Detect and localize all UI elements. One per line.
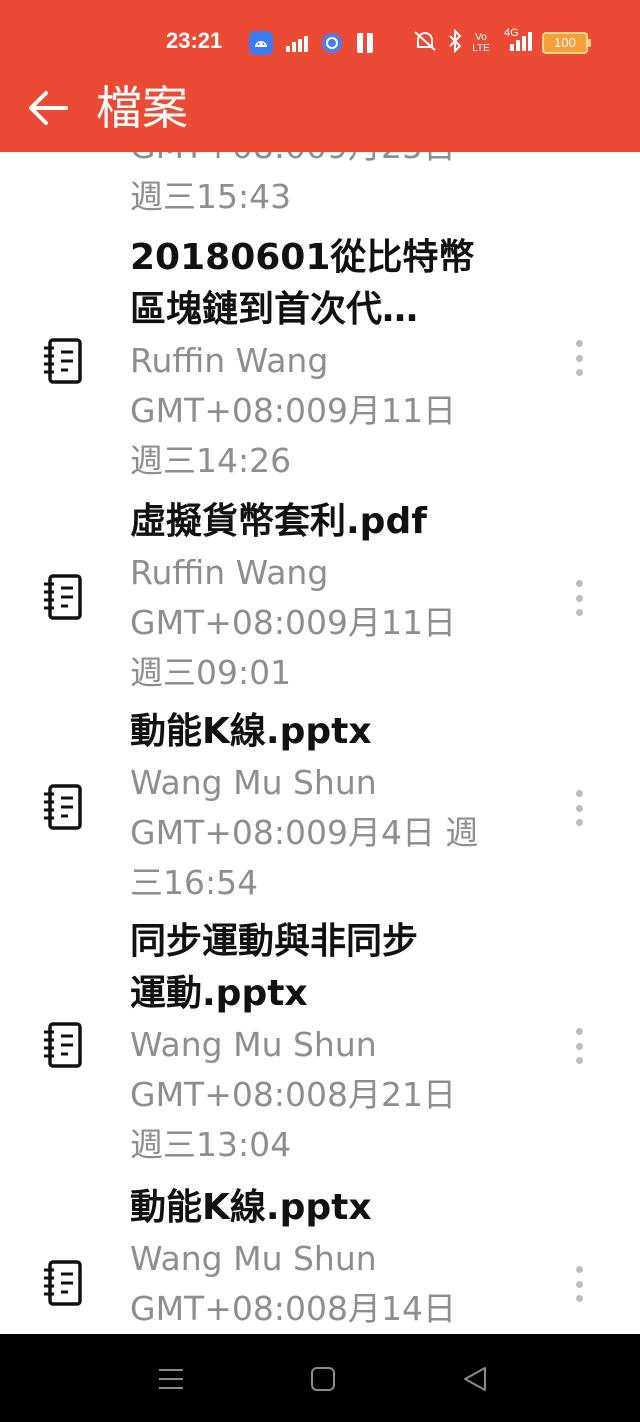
file-list: GMT+08:009月25日 週三15:43 20180601從比特幣 區塊鏈到… bbox=[0, 152, 640, 1334]
chart-app-icon bbox=[284, 32, 310, 54]
volte-icon: Vo LTE bbox=[472, 32, 490, 54]
file-date: GMT+08:008月21日 bbox=[130, 1075, 456, 1114]
arrow-left-icon bbox=[29, 91, 68, 125]
file-name: 運動.pptx bbox=[130, 973, 308, 1014]
back-nav-button[interactable] bbox=[460, 1364, 490, 1394]
file-date: GMT+08:009月11日 bbox=[130, 391, 456, 430]
file-date: GMT+08:009月25日 bbox=[130, 152, 510, 172]
book-app-icon bbox=[354, 31, 376, 55]
recent-apps-button[interactable] bbox=[156, 1364, 186, 1394]
file-name: 區塊鏈到首次代… bbox=[130, 289, 419, 330]
browser-app-icon bbox=[320, 31, 344, 55]
file-date: 三16:54 bbox=[130, 863, 259, 902]
system-navigation-bar bbox=[0, 1334, 640, 1422]
file-owner: Ruffin Wang bbox=[130, 553, 329, 592]
home-button[interactable] bbox=[308, 1364, 338, 1394]
mute-icon bbox=[412, 29, 438, 57]
file-date: GMT+08:009月11日 bbox=[130, 603, 456, 642]
more-options-button[interactable] bbox=[566, 576, 592, 620]
more-options-button[interactable] bbox=[566, 336, 592, 380]
document-icon bbox=[44, 338, 82, 384]
file-owner: Ruffin Wang bbox=[130, 341, 329, 380]
android-app-icon bbox=[248, 30, 274, 56]
more-options-button[interactable] bbox=[566, 786, 592, 830]
document-icon bbox=[44, 574, 82, 620]
bluetooth-icon bbox=[448, 28, 462, 57]
more-options-button[interactable] bbox=[566, 1024, 592, 1068]
file-name: 動能K線.pptx bbox=[130, 711, 372, 752]
file-name: 動能K線.pptx bbox=[130, 1187, 372, 1228]
signal-4g-icon: 4G bbox=[500, 27, 532, 57]
page-title: 檔案 bbox=[96, 81, 188, 135]
back-button[interactable] bbox=[24, 84, 72, 132]
file-owner: Wang Mu Shun bbox=[130, 1025, 377, 1064]
file-owner: Wang Mu Shun bbox=[130, 763, 377, 802]
file-name: 虛擬貨幣套利.pdf bbox=[130, 501, 427, 542]
app-header: 23:21 Vo LTE 4G 100 檔案 bbox=[0, 0, 640, 152]
file-owner: Wang Mu Shun bbox=[130, 1239, 377, 1278]
file-date: 週三09:01 bbox=[130, 653, 292, 692]
file-date: 週三14:26 bbox=[130, 441, 292, 480]
file-date: GMT+08:009月4日 週 bbox=[130, 813, 479, 852]
battery-indicator: 100 bbox=[542, 32, 591, 54]
square-icon bbox=[311, 1367, 335, 1391]
system-status-icons: Vo LTE 4G 100 bbox=[412, 27, 591, 58]
file-name: 同步運動與非同步 bbox=[130, 921, 419, 962]
menu-icon bbox=[159, 1369, 183, 1389]
network-type-label: 4G bbox=[504, 27, 519, 39]
more-options-button[interactable] bbox=[566, 1262, 592, 1306]
file-date: 週三13:04 bbox=[130, 1125, 292, 1164]
document-icon bbox=[44, 1022, 82, 1068]
file-name: 20180601從比特幣 bbox=[130, 237, 475, 278]
document-icon bbox=[44, 784, 82, 830]
file-date: GMT+08:008月14日 bbox=[130, 1289, 456, 1328]
notification-icons bbox=[248, 28, 376, 58]
triangle-back-icon bbox=[464, 1367, 486, 1391]
document-icon bbox=[44, 1260, 82, 1306]
file-date: 週三15:43 bbox=[130, 177, 292, 216]
status-time: 23:21 bbox=[166, 28, 223, 53]
